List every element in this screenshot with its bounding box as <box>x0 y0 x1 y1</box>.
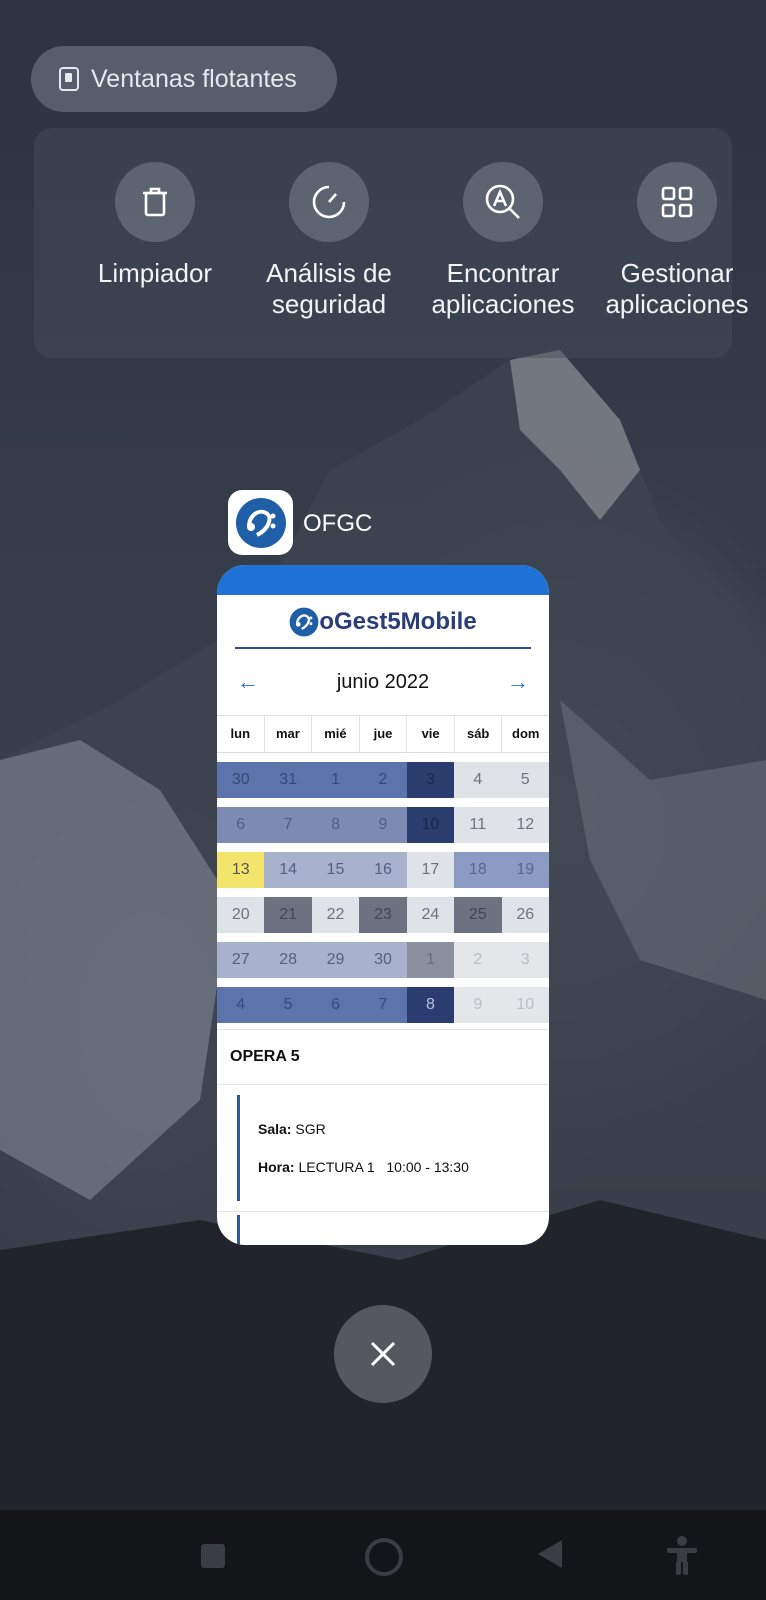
security-scan-tool[interactable]: Análisis de seguridad <box>244 162 414 320</box>
calendar-day[interactable]: 10 <box>406 807 455 843</box>
calendar-grid: lun mar mié jue vie sáb dom 30 31 1 2 3 … <box>217 715 549 1023</box>
calendar-day[interactable]: 3 <box>501 942 549 978</box>
calendar-day[interactable]: 23 <box>359 897 407 933</box>
system-navigation-bar <box>0 1510 766 1600</box>
app-top-bar <box>217 565 549 595</box>
calendar-day[interactable]: 14 <box>264 852 312 888</box>
brand-name: oGest5Mobile <box>319 608 477 635</box>
app-search-icon <box>485 184 520 219</box>
accessibility-icon[interactable] <box>664 1536 700 1576</box>
weekday-label: mié <box>312 716 360 752</box>
bass-clef-logo-icon <box>235 497 286 548</box>
clear-all-button[interactable] <box>334 1305 432 1403</box>
calendar-week: 20 21 22 23 24 25 26 <box>217 897 549 933</box>
trash-icon <box>143 187 167 217</box>
quick-tools-panel: Limpiador Análisis de seguridad Encontrar… <box>34 128 749 358</box>
calendar-day[interactable]: 2 <box>359 762 407 798</box>
calendar-day[interactable]: 9 <box>454 987 502 1023</box>
next-month-arrow-icon[interactable]: → <box>507 669 529 695</box>
calendar-day[interactable]: 18 <box>454 852 502 888</box>
bass-clef-brand-icon <box>289 607 319 637</box>
calendar-day[interactable]: 28 <box>264 942 312 978</box>
next-event-divider <box>217 1211 549 1212</box>
calendar-day[interactable]: 31 <box>264 762 312 798</box>
weekday-label: dom <box>512 726 540 741</box>
gauge-icon <box>312 185 346 219</box>
calendar-day[interactable]: 10 <box>501 987 549 1023</box>
grid-icon <box>661 186 693 218</box>
find-apps-tool[interactable]: Encontrar aplicaciones <box>418 162 588 320</box>
calendar-day[interactable]: 9 <box>359 807 407 843</box>
home-nav-icon[interactable] <box>365 1538 403 1576</box>
next-event-card-edge <box>237 1215 240 1245</box>
security-scan-label: Análisis de seguridad <box>266 258 392 319</box>
weekday-label: vie <box>407 716 455 752</box>
calendar-day[interactable]: 2 <box>454 942 502 978</box>
event-room: Sala: SGR <box>258 1121 326 1137</box>
recents-nav-icon[interactable] <box>201 1544 225 1568</box>
calendar-day[interactable]: 12 <box>501 807 549 843</box>
calendar-day[interactable]: 6 <box>217 807 265 843</box>
calendar-day[interactable]: 27 <box>217 942 265 978</box>
recent-app-preview[interactable]: oGest5Mobile ← junio 2022 → lun mar mié … <box>217 565 549 1245</box>
close-icon <box>370 1341 396 1367</box>
calendar-day[interactable]: 22 <box>311 897 360 933</box>
weekday-label: sáb <box>455 716 503 752</box>
ofgc-app-icon[interactable] <box>228 490 293 555</box>
cleaner-label: Limpiador <box>97 258 213 288</box>
calendar-day[interactable]: 8 <box>311 807 360 843</box>
calendar-day[interactable]: 30 <box>359 942 407 978</box>
app-brand: oGest5Mobile <box>217 597 549 647</box>
manage-apps-label: Gestionar aplicaciones <box>605 258 749 319</box>
weekday-label: mar <box>265 716 313 752</box>
calendar-day[interactable]: 4 <box>217 987 265 1023</box>
calendar-day[interactable]: 1 <box>311 762 360 798</box>
calendar-day[interactable]: 8 <box>406 987 455 1023</box>
calendar-day[interactable]: 7 <box>359 987 407 1023</box>
event-time: Hora: LECTURA 1 10:00 - 13:30 <box>258 1159 469 1175</box>
calendar-day[interactable]: 24 <box>406 897 455 933</box>
event-card[interactable]: Sala: SGR Hora: LECTURA 1 10:00 - 13:30 <box>217 1084 549 1201</box>
calendar-day[interactable]: 5 <box>264 987 312 1023</box>
calendar-week: 30 31 1 2 3 4 5 <box>217 762 549 798</box>
weekday-label: jue <box>360 716 408 752</box>
calendar-day[interactable]: 4 <box>454 762 502 798</box>
calendar-day[interactable]: 29 <box>311 942 360 978</box>
calendar-day[interactable]: 15 <box>311 852 360 888</box>
recent-app-name: OFGC <box>303 510 373 537</box>
event-group-title: OPERA 5 <box>217 1029 549 1084</box>
calendar-week: 6 7 8 9 10 11 12 <box>217 807 549 843</box>
calendar-day[interactable]: 11 <box>454 807 502 843</box>
calendar-day[interactable]: 6 <box>311 987 360 1023</box>
weekday-header: lun mar mié jue vie sáb dom <box>217 715 549 753</box>
calendar-day[interactable]: 1 <box>406 942 455 978</box>
find-apps-label: Encontrar aplicaciones <box>431 258 575 319</box>
floating-window-icon <box>59 67 79 91</box>
calendar-week: 27 28 29 30 1 2 3 <box>217 942 549 978</box>
back-nav-icon[interactable] <box>538 1540 562 1568</box>
calendar-week: 4 5 6 7 8 9 10 <box>217 987 549 1023</box>
month-navigator: ← junio 2022 → <box>217 649 549 715</box>
cleaner-tool[interactable]: Limpiador <box>70 162 240 289</box>
floating-windows-button[interactable]: Ventanas flotantes <box>31 46 337 112</box>
calendar-day[interactable]: 16 <box>359 852 407 888</box>
previous-month-arrow-icon[interactable]: ← <box>237 669 259 695</box>
calendar-week: 13 14 15 16 17 18 19 <box>217 852 549 888</box>
calendar-day[interactable]: 20 <box>217 897 265 933</box>
manage-apps-tool[interactable]: Gestionar aplicaciones <box>592 162 762 320</box>
floating-windows-label: Ventanas flotantes <box>91 64 297 93</box>
calendar-day[interactable]: 7 <box>264 807 312 843</box>
calendar-day[interactable]: 17 <box>406 852 455 888</box>
calendar-day[interactable]: 5 <box>501 762 549 798</box>
calendar-day[interactable]: 30 <box>217 762 265 798</box>
calendar-day[interactable]: 3 <box>406 762 455 798</box>
calendar-day-today[interactable]: 13 <box>217 852 265 888</box>
calendar-day[interactable]: 26 <box>501 897 549 933</box>
month-title: junio 2022 <box>336 670 430 693</box>
weekday-label: lun <box>217 716 265 752</box>
calendar-day[interactable]: 21 <box>264 897 312 933</box>
calendar-day[interactable]: 19 <box>501 852 549 888</box>
calendar-day[interactable]: 25 <box>454 897 502 933</box>
